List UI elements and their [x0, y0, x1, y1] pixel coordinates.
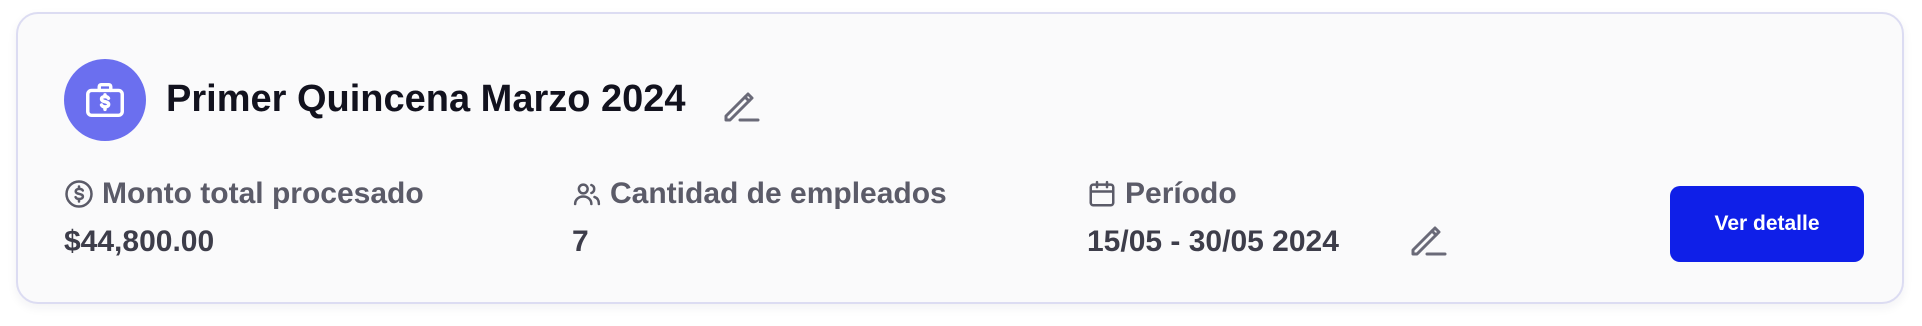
period-label-group: Período	[1087, 174, 1237, 214]
calendar-icon	[1089, 180, 1115, 207]
users-icon	[573, 183, 601, 206]
period-label: Período	[1125, 177, 1237, 210]
employees-value: 7	[572, 225, 589, 258]
employees-label: Cantidad de empleados	[610, 177, 947, 210]
total-amount-value: $44,800.00	[64, 225, 215, 258]
briefcase-dollar-icon	[64, 59, 146, 141]
view-detail-button[interactable]: Ver detalle	[1670, 186, 1864, 262]
payroll-title: Primer Quincena Marzo 2024	[166, 78, 686, 120]
period-value: 15/05 - 30/05 2024	[1087, 225, 1339, 258]
employees-label-group: Cantidad de empleados	[572, 174, 947, 214]
dollar-circle-icon	[65, 180, 93, 208]
total-amount-label: Monto total procesado	[102, 177, 424, 210]
total-amount-label-group: Monto total procesado	[64, 174, 424, 214]
edit-title-icon[interactable]	[718, 80, 764, 126]
payroll-card: Primer Quincena Marzo 2024 Monto total p…	[16, 12, 1904, 304]
edit-period-icon[interactable]	[1405, 214, 1451, 260]
